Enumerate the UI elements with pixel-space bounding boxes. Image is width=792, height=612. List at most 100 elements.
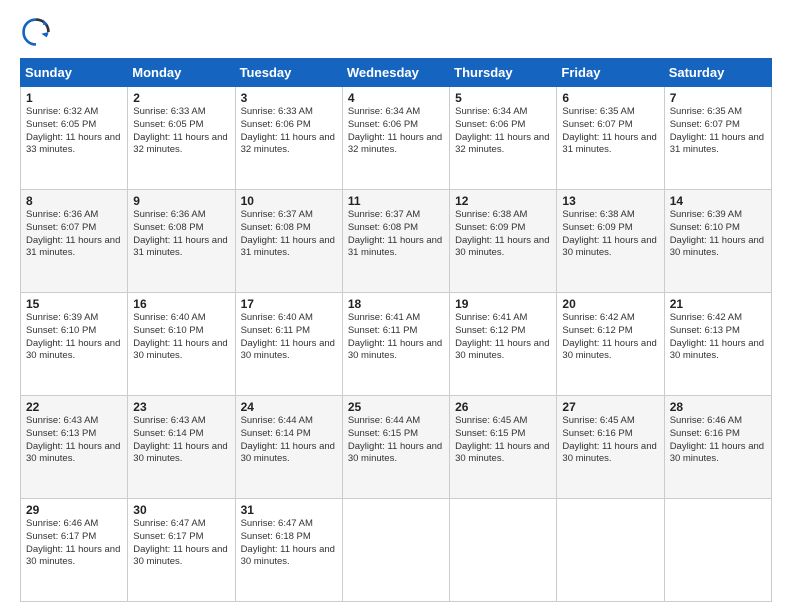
calendar-cell <box>450 499 557 602</box>
calendar-cell: 1 Sunrise: 6:32 AMSunset: 6:05 PMDayligh… <box>21 87 128 190</box>
calendar-cell: 22 Sunrise: 6:43 AMSunset: 6:13 PMDaylig… <box>21 396 128 499</box>
calendar-cell: 31 Sunrise: 6:47 AMSunset: 6:18 PMDaylig… <box>235 499 342 602</box>
day-number: 18 <box>348 297 444 311</box>
logo-icon <box>20 16 52 48</box>
day-number: 15 <box>26 297 122 311</box>
calendar-cell: 5 Sunrise: 6:34 AMSunset: 6:06 PMDayligh… <box>450 87 557 190</box>
logo <box>20 16 56 48</box>
day-number: 11 <box>348 194 444 208</box>
calendar-cell: 10 Sunrise: 6:37 AMSunset: 6:08 PMDaylig… <box>235 190 342 293</box>
day-info: Sunrise: 6:41 AMSunset: 6:11 PMDaylight:… <box>348 312 444 363</box>
day-number: 23 <box>133 400 229 414</box>
page: SundayMondayTuesdayWednesdayThursdayFrid… <box>0 0 792 612</box>
calendar-cell <box>342 499 449 602</box>
day-number: 29 <box>26 503 122 517</box>
day-info: Sunrise: 6:47 AMSunset: 6:17 PMDaylight:… <box>133 518 229 569</box>
calendar-cell: 20 Sunrise: 6:42 AMSunset: 6:12 PMDaylig… <box>557 293 664 396</box>
calendar-cell: 11 Sunrise: 6:37 AMSunset: 6:08 PMDaylig… <box>342 190 449 293</box>
day-info: Sunrise: 6:46 AMSunset: 6:16 PMDaylight:… <box>670 415 766 466</box>
calendar-cell: 15 Sunrise: 6:39 AMSunset: 6:10 PMDaylig… <box>21 293 128 396</box>
calendar-cell: 8 Sunrise: 6:36 AMSunset: 6:07 PMDayligh… <box>21 190 128 293</box>
calendar-cell: 16 Sunrise: 6:40 AMSunset: 6:10 PMDaylig… <box>128 293 235 396</box>
day-number: 19 <box>455 297 551 311</box>
calendar-table: SundayMondayTuesdayWednesdayThursdayFrid… <box>20 58 772 602</box>
calendar-cell: 26 Sunrise: 6:45 AMSunset: 6:15 PMDaylig… <box>450 396 557 499</box>
weekday-header-friday: Friday <box>557 59 664 87</box>
day-info: Sunrise: 6:35 AMSunset: 6:07 PMDaylight:… <box>562 106 658 157</box>
day-number: 30 <box>133 503 229 517</box>
day-info: Sunrise: 6:33 AMSunset: 6:06 PMDaylight:… <box>241 106 337 157</box>
day-info: Sunrise: 6:46 AMSunset: 6:17 PMDaylight:… <box>26 518 122 569</box>
weekday-header-monday: Monday <box>128 59 235 87</box>
day-info: Sunrise: 6:39 AMSunset: 6:10 PMDaylight:… <box>26 312 122 363</box>
calendar-cell: 23 Sunrise: 6:43 AMSunset: 6:14 PMDaylig… <box>128 396 235 499</box>
weekday-header-row: SundayMondayTuesdayWednesdayThursdayFrid… <box>21 59 772 87</box>
day-info: Sunrise: 6:45 AMSunset: 6:16 PMDaylight:… <box>562 415 658 466</box>
day-info: Sunrise: 6:34 AMSunset: 6:06 PMDaylight:… <box>455 106 551 157</box>
day-info: Sunrise: 6:41 AMSunset: 6:12 PMDaylight:… <box>455 312 551 363</box>
day-number: 21 <box>670 297 766 311</box>
day-info: Sunrise: 6:34 AMSunset: 6:06 PMDaylight:… <box>348 106 444 157</box>
calendar-cell: 9 Sunrise: 6:36 AMSunset: 6:08 PMDayligh… <box>128 190 235 293</box>
day-number: 7 <box>670 91 766 105</box>
day-number: 13 <box>562 194 658 208</box>
day-number: 6 <box>562 91 658 105</box>
day-info: Sunrise: 6:35 AMSunset: 6:07 PMDaylight:… <box>670 106 766 157</box>
day-info: Sunrise: 6:38 AMSunset: 6:09 PMDaylight:… <box>562 209 658 260</box>
day-number: 8 <box>26 194 122 208</box>
calendar-cell: 21 Sunrise: 6:42 AMSunset: 6:13 PMDaylig… <box>664 293 771 396</box>
calendar-week-1: 1 Sunrise: 6:32 AMSunset: 6:05 PMDayligh… <box>21 87 772 190</box>
weekday-header-tuesday: Tuesday <box>235 59 342 87</box>
calendar-cell: 17 Sunrise: 6:40 AMSunset: 6:11 PMDaylig… <box>235 293 342 396</box>
day-number: 16 <box>133 297 229 311</box>
calendar-cell: 14 Sunrise: 6:39 AMSunset: 6:10 PMDaylig… <box>664 190 771 293</box>
day-number: 3 <box>241 91 337 105</box>
day-info: Sunrise: 6:32 AMSunset: 6:05 PMDaylight:… <box>26 106 122 157</box>
calendar-cell: 24 Sunrise: 6:44 AMSunset: 6:14 PMDaylig… <box>235 396 342 499</box>
day-number: 17 <box>241 297 337 311</box>
calendar-cell: 25 Sunrise: 6:44 AMSunset: 6:15 PMDaylig… <box>342 396 449 499</box>
weekday-header-sunday: Sunday <box>21 59 128 87</box>
day-info: Sunrise: 6:36 AMSunset: 6:07 PMDaylight:… <box>26 209 122 260</box>
calendar-cell: 12 Sunrise: 6:38 AMSunset: 6:09 PMDaylig… <box>450 190 557 293</box>
calendar-cell: 6 Sunrise: 6:35 AMSunset: 6:07 PMDayligh… <box>557 87 664 190</box>
day-number: 27 <box>562 400 658 414</box>
calendar-cell: 3 Sunrise: 6:33 AMSunset: 6:06 PMDayligh… <box>235 87 342 190</box>
calendar-cell: 4 Sunrise: 6:34 AMSunset: 6:06 PMDayligh… <box>342 87 449 190</box>
day-info: Sunrise: 6:43 AMSunset: 6:14 PMDaylight:… <box>133 415 229 466</box>
day-info: Sunrise: 6:42 AMSunset: 6:13 PMDaylight:… <box>670 312 766 363</box>
day-number: 20 <box>562 297 658 311</box>
calendar-week-5: 29 Sunrise: 6:46 AMSunset: 6:17 PMDaylig… <box>21 499 772 602</box>
calendar-cell: 7 Sunrise: 6:35 AMSunset: 6:07 PMDayligh… <box>664 87 771 190</box>
header <box>20 16 772 48</box>
day-info: Sunrise: 6:44 AMSunset: 6:15 PMDaylight:… <box>348 415 444 466</box>
calendar-cell: 2 Sunrise: 6:33 AMSunset: 6:05 PMDayligh… <box>128 87 235 190</box>
day-info: Sunrise: 6:47 AMSunset: 6:18 PMDaylight:… <box>241 518 337 569</box>
day-info: Sunrise: 6:45 AMSunset: 6:15 PMDaylight:… <box>455 415 551 466</box>
calendar-week-4: 22 Sunrise: 6:43 AMSunset: 6:13 PMDaylig… <box>21 396 772 499</box>
weekday-header-thursday: Thursday <box>450 59 557 87</box>
day-info: Sunrise: 6:40 AMSunset: 6:10 PMDaylight:… <box>133 312 229 363</box>
day-number: 24 <box>241 400 337 414</box>
day-number: 1 <box>26 91 122 105</box>
calendar-cell: 30 Sunrise: 6:47 AMSunset: 6:17 PMDaylig… <box>128 499 235 602</box>
day-info: Sunrise: 6:37 AMSunset: 6:08 PMDaylight:… <box>348 209 444 260</box>
day-info: Sunrise: 6:37 AMSunset: 6:08 PMDaylight:… <box>241 209 337 260</box>
calendar-week-2: 8 Sunrise: 6:36 AMSunset: 6:07 PMDayligh… <box>21 190 772 293</box>
calendar-cell: 28 Sunrise: 6:46 AMSunset: 6:16 PMDaylig… <box>664 396 771 499</box>
day-info: Sunrise: 6:42 AMSunset: 6:12 PMDaylight:… <box>562 312 658 363</box>
day-number: 12 <box>455 194 551 208</box>
day-number: 9 <box>133 194 229 208</box>
day-number: 28 <box>670 400 766 414</box>
day-number: 10 <box>241 194 337 208</box>
calendar-cell: 27 Sunrise: 6:45 AMSunset: 6:16 PMDaylig… <box>557 396 664 499</box>
calendar-cell: 29 Sunrise: 6:46 AMSunset: 6:17 PMDaylig… <box>21 499 128 602</box>
day-info: Sunrise: 6:43 AMSunset: 6:13 PMDaylight:… <box>26 415 122 466</box>
day-number: 31 <box>241 503 337 517</box>
calendar-cell: 18 Sunrise: 6:41 AMSunset: 6:11 PMDaylig… <box>342 293 449 396</box>
calendar-week-3: 15 Sunrise: 6:39 AMSunset: 6:10 PMDaylig… <box>21 293 772 396</box>
day-info: Sunrise: 6:44 AMSunset: 6:14 PMDaylight:… <box>241 415 337 466</box>
day-info: Sunrise: 6:36 AMSunset: 6:08 PMDaylight:… <box>133 209 229 260</box>
weekday-header-wednesday: Wednesday <box>342 59 449 87</box>
weekday-header-saturday: Saturday <box>664 59 771 87</box>
